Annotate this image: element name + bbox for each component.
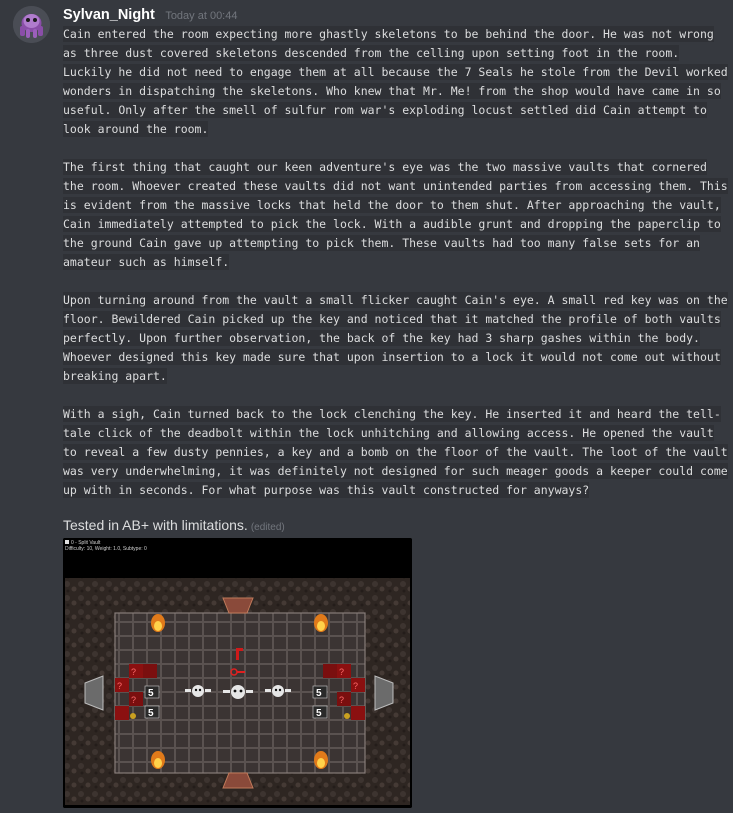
attachment-caption: Tested in AB+ with limitations. (edited) bbox=[63, 517, 285, 533]
text-line: the ground Cain gave up attempting to pi… bbox=[63, 235, 700, 251]
window-app-icon bbox=[65, 540, 69, 544]
story-paragraph: With a sigh, Cain turned back to the loc… bbox=[63, 405, 728, 500]
question-mark-icon: ? bbox=[339, 695, 344, 705]
room-screenshot-attachment[interactable]: 0 - Split Vault Difficulty: 10, Weight: … bbox=[63, 538, 412, 808]
story-paragraph: The first thing that caught our keen adv… bbox=[63, 158, 728, 272]
fire-icon bbox=[314, 751, 328, 769]
story-paragraph: Cain entered the room expecting more gha… bbox=[63, 25, 728, 139]
question-mark-icon: ? bbox=[353, 681, 358, 691]
text-line: is evident from the massive locks that h… bbox=[63, 197, 721, 213]
text-line: With a sigh, Cain turned back to the loc… bbox=[63, 406, 721, 422]
text-line: wonders in dispatching the skeletons. Wh… bbox=[63, 83, 721, 99]
text-line: breaking apart. bbox=[63, 368, 167, 384]
text-line: the room. Whoever created these vaults d… bbox=[63, 178, 728, 194]
fire-icon bbox=[314, 614, 328, 632]
text-line: perfectly. Upon further observation, the… bbox=[63, 330, 700, 346]
question-mark-icon: ? bbox=[131, 667, 136, 677]
seal-number: 5 bbox=[316, 708, 322, 719]
edited-label: (edited) bbox=[250, 522, 285, 533]
question-mark-icon: ? bbox=[339, 667, 344, 677]
caption-text: Tested in AB+ with limitations. bbox=[63, 517, 248, 533]
message-timestamp[interactable]: Today at 00:44 bbox=[165, 10, 237, 22]
question-mark-icon: ? bbox=[131, 695, 136, 705]
text-line: look around the room. bbox=[63, 121, 209, 137]
username[interactable]: Sylvan_Night bbox=[63, 7, 155, 23]
seal-number: 5 bbox=[316, 688, 322, 699]
fire-icon bbox=[151, 614, 165, 632]
text-line: as three dust covered skeletons descende… bbox=[63, 45, 680, 61]
text-line: Whoever designed this key made sure that… bbox=[63, 349, 721, 365]
text-line: was very underwhelming, it was definitel… bbox=[63, 463, 728, 479]
text-line: up with in seconds. For what purpose was… bbox=[63, 482, 590, 498]
seal-number: 5 bbox=[148, 688, 154, 699]
text-line: Upon turning around from the vault a sma… bbox=[63, 292, 728, 308]
text-line: The first thing that caught our keen adv… bbox=[63, 159, 707, 175]
text-line: floor. Bewildered Cain picked up the key… bbox=[63, 311, 721, 327]
fire-icon bbox=[151, 751, 165, 769]
window-subtitle: Difficulty: 10, Weight: 1.0, Subtype: 0 bbox=[65, 546, 147, 552]
penny-icon bbox=[344, 713, 350, 719]
message-content: Cain entered the room expecting more gha… bbox=[63, 25, 728, 500]
user-avatar[interactable] bbox=[13, 6, 50, 43]
story-paragraph: Upon turning around from the vault a sma… bbox=[63, 291, 728, 386]
text-line: useful. Only after the smell of sulfur r… bbox=[63, 102, 707, 118]
penny-icon bbox=[130, 713, 136, 719]
question-mark-icon: ? bbox=[117, 681, 122, 691]
text-line: amateur such as himself. bbox=[63, 254, 230, 270]
room-editor-image: 0 - Split Vault Difficulty: 10, Weight: … bbox=[63, 538, 412, 808]
avatar-creature-icon bbox=[13, 6, 50, 43]
text-line: Cain entered the room expecting more gha… bbox=[63, 26, 714, 42]
text-line: tale click of the deadbolt within the lo… bbox=[63, 425, 714, 441]
text-line: Luckily he did not need to engage them a… bbox=[63, 64, 728, 80]
seal-number: 5 bbox=[148, 708, 154, 719]
text-line: to reveal a few dusty pennies, a key and… bbox=[63, 444, 728, 460]
message-header: Sylvan_Night Today at 00:44 bbox=[63, 6, 237, 24]
text-line: Cain immediately attempted to pick the l… bbox=[63, 216, 721, 232]
